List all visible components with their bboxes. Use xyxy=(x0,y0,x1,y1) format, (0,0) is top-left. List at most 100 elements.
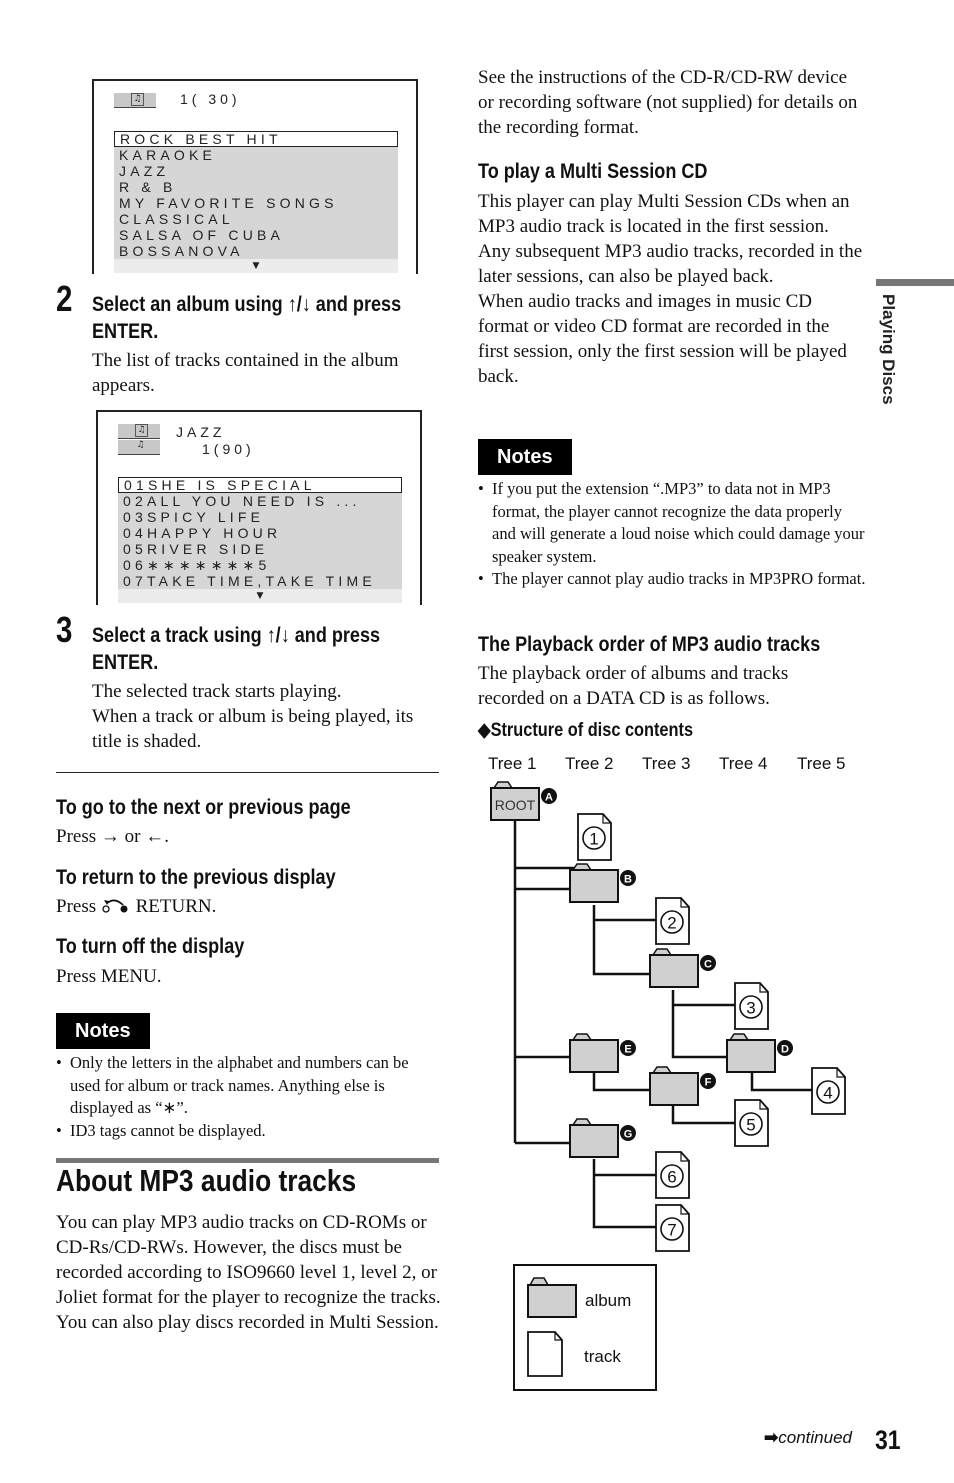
svg-text:4: 4 xyxy=(823,1084,832,1103)
track-file-4: 4 xyxy=(811,1067,846,1115)
svg-text:G: G xyxy=(624,1129,633,1141)
svg-text:B: B xyxy=(624,874,632,886)
svg-text:3: 3 xyxy=(746,999,755,1018)
svg-text:C: C xyxy=(704,959,712,971)
svg-text:6: 6 xyxy=(667,1168,676,1187)
tree-label-5: Tree 5 xyxy=(797,754,846,773)
album-row[interactable]: MY FAVORITE SONGS xyxy=(114,195,398,211)
track-row[interactable]: 07TAKE TIME,TAKE TIME xyxy=(118,573,402,589)
step-2-heading: Select an album using ↑/↓ and press ENTE… xyxy=(92,293,402,343)
album-row[interactable]: SALSA OF CUBA xyxy=(114,227,398,243)
track-file-1: 1 xyxy=(577,813,612,861)
album-row[interactable]: CLASSICAL xyxy=(114,211,398,227)
side-tab-label[interactable]: Playing Discs xyxy=(878,294,898,405)
album-icon: ♫ xyxy=(135,424,148,437)
tree-label-1: Tree 1 xyxy=(488,754,537,773)
album-folder-B xyxy=(569,863,619,903)
album-folder-C xyxy=(649,948,699,988)
track-file-3: 3 xyxy=(734,982,769,1030)
track-row[interactable]: 03SPICY LIFE xyxy=(118,509,402,525)
tip-heading-next-page: To go to the next or previous page xyxy=(56,796,351,819)
svg-text:5: 5 xyxy=(746,1116,755,1135)
album-badge-D: D xyxy=(777,1040,793,1056)
track-count: 1(90) xyxy=(202,441,255,457)
album-icon-tab: ♫ xyxy=(114,93,156,108)
note-item: The player cannot play audio tracks in M… xyxy=(478,568,868,591)
multi-session-body: This player can play Multi Session CDs w… xyxy=(478,191,863,387)
note-item: If you put the extension “.MP3” to data … xyxy=(478,478,868,568)
tip-heading-display-off: To turn off the display xyxy=(56,935,245,958)
album-folder-G xyxy=(569,1118,619,1158)
playback-order-heading: The Playback order of MP3 audio tracks xyxy=(478,633,821,656)
svg-text:A: A xyxy=(545,792,553,804)
track-file-7: 7 xyxy=(655,1204,690,1252)
album-row[interactable]: R & B xyxy=(114,179,398,195)
tree-label-3: Tree 3 xyxy=(642,754,691,773)
album-row[interactable]: JAZZ xyxy=(114,163,398,179)
step-3-heading: Select a track using ↑/↓ and press ENTER… xyxy=(92,624,381,674)
scroll-down-indicator[interactable]: ▼ xyxy=(118,589,402,603)
svg-text:E: E xyxy=(624,1044,631,1056)
disc-structure-diagram: ROOT 1 2 3 4 5 6 7 A B C D E F G album track xyxy=(490,781,846,1391)
track-file-5: 5 xyxy=(734,1099,769,1147)
album-name: JAZZ xyxy=(176,424,226,440)
legend-track-label: track xyxy=(584,1347,621,1366)
notes-list: If you put the extension “.MP3” to data … xyxy=(478,478,868,591)
note-item: Only the letters in the alphabet and num… xyxy=(56,1052,441,1120)
svg-text:D: D xyxy=(781,1044,789,1056)
album-badge-C: C xyxy=(700,955,716,971)
root-label: ROOT xyxy=(495,797,536,813)
legend-track-icon xyxy=(527,1331,563,1377)
legend-album-label: album xyxy=(585,1291,631,1310)
page-number: 31 xyxy=(875,1425,901,1455)
track-file-2: 2 xyxy=(655,897,690,945)
track-list: 01SHE IS SPECIAL 02ALL YOU NEED IS ... 0… xyxy=(118,477,402,603)
side-tab-bar xyxy=(876,279,954,286)
step-number-2: 2 xyxy=(56,278,73,319)
album-row[interactable]: BOSSANOVA xyxy=(114,243,398,259)
track-icon: ♫ xyxy=(136,440,145,450)
track-row[interactable]: 02ALL YOU NEED IS ... xyxy=(118,493,402,509)
notes-badge: Notes xyxy=(478,439,572,475)
album-count: 1( 30) xyxy=(180,91,241,107)
note-item: ID3 tags cannot be displayed. xyxy=(56,1120,441,1143)
tip-heading-return: To return to the previous display xyxy=(56,866,336,889)
track-row[interactable]: 04HAPPY HOUR xyxy=(118,525,402,541)
arrow-right-icon: ➡ xyxy=(764,1428,779,1447)
return-icon xyxy=(102,899,128,913)
album-row[interactable]: KARAOKE xyxy=(114,147,398,163)
continued-label: ➡continued xyxy=(764,1428,852,1447)
scroll-down-indicator[interactable]: ▼ xyxy=(114,259,398,273)
album-icon-tab: ♫ xyxy=(118,424,160,439)
svg-text:1: 1 xyxy=(589,830,598,849)
tip-body-return: Press RETURN. xyxy=(56,896,217,917)
album-icon: ♫ xyxy=(131,93,144,106)
track-row[interactable]: 05RIVER SIDE xyxy=(118,541,402,557)
tree-label-4: Tree 4 xyxy=(719,754,768,773)
section-title: About MP3 audio tracks xyxy=(56,1163,357,1198)
tip-body-display-off: Press MENU. xyxy=(56,966,162,987)
album-badge-A: A xyxy=(541,788,557,804)
album-row-selected[interactable]: ROCK BEST HIT xyxy=(114,131,398,147)
svg-text:F: F xyxy=(705,1077,712,1089)
album-list-screen: ♫ 1( 30) ROCK BEST HIT KARAOKE JAZZ R & … xyxy=(92,79,418,274)
track-file-6: 6 xyxy=(655,1151,690,1199)
divider xyxy=(56,772,439,773)
notes-badge: Notes xyxy=(56,1013,150,1049)
album-badge-B: B xyxy=(620,870,636,886)
structure-heading: ◆Structure of disc contents xyxy=(478,720,694,741)
tip-body-next-page: Press → or ←. xyxy=(56,826,169,847)
track-icon-tab: ♫ xyxy=(118,440,160,455)
notes-list: Only the letters in the alphabet and num… xyxy=(56,1052,441,1142)
album-badge-E: E xyxy=(620,1040,636,1056)
track-row-selected[interactable]: 01SHE IS SPECIAL xyxy=(118,477,402,493)
step-number-3: 3 xyxy=(56,609,73,650)
track-row[interactable]: 06∗∗∗∗∗∗∗5 xyxy=(118,557,402,573)
album-folder-F xyxy=(649,1066,699,1106)
step-2-body: The list of tracks contained in the albu… xyxy=(92,350,399,396)
album-folder-E xyxy=(569,1033,619,1073)
svg-text:2: 2 xyxy=(667,914,676,933)
multi-session-heading: To play a Multi Session CD xyxy=(478,160,708,183)
album-list: ROCK BEST HIT KARAOKE JAZZ R & B MY FAVO… xyxy=(114,131,398,273)
recording-format-note: See the instructions of the CD-R/CD-RW d… xyxy=(478,67,858,138)
